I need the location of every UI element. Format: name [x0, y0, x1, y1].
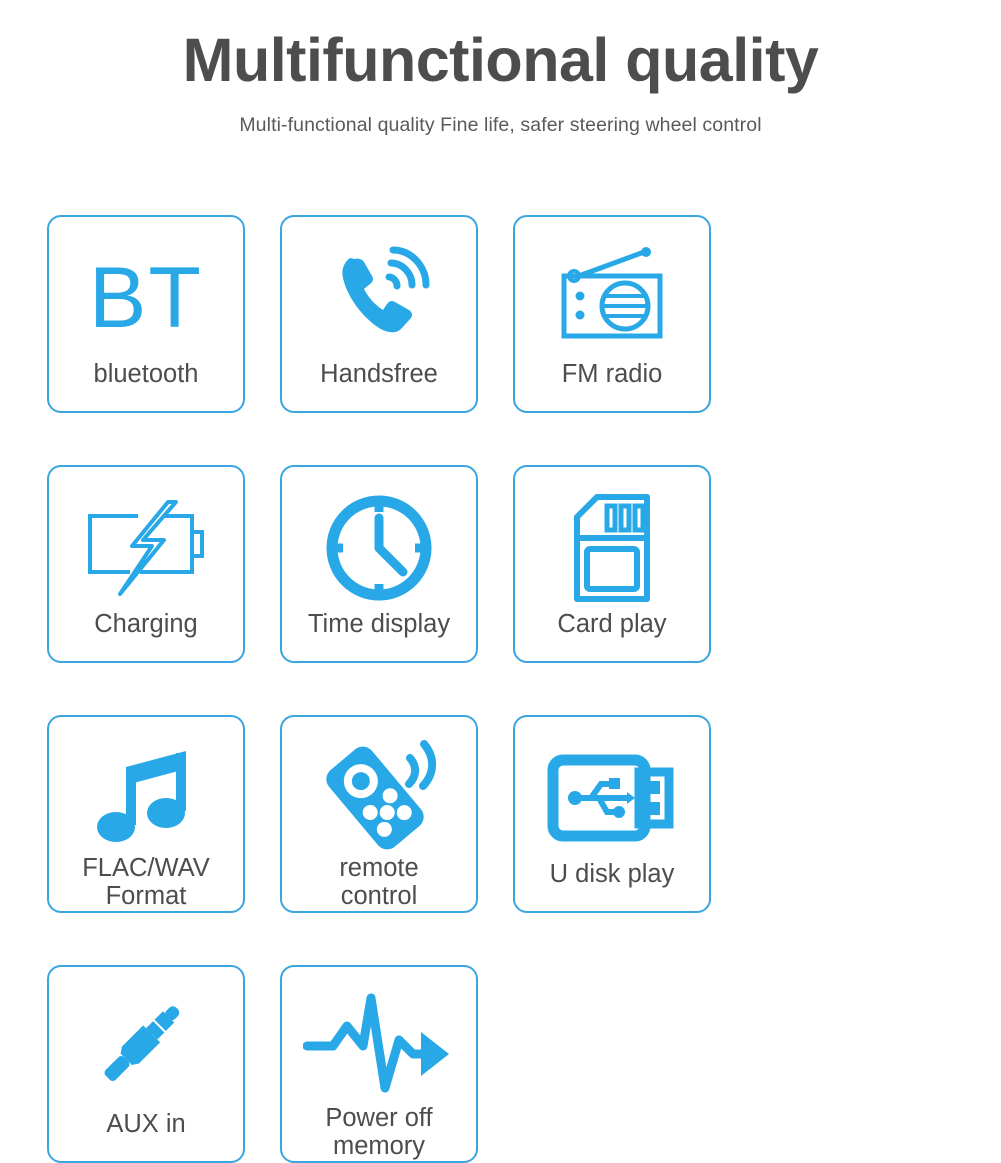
feature-grid-page: Multifunctional quality Multi-functional… — [0, 0, 1001, 1163]
clock-icon — [323, 485, 435, 610]
feature-label: Charging — [94, 610, 198, 638]
feature-card-card-play[interactable]: Card play — [513, 465, 711, 663]
feature-card-flac-wav-format[interactable]: FLAC/WAV Format — [47, 715, 245, 913]
feature-label: Card play — [557, 610, 667, 638]
feature-card-power-off-memory[interactable]: Power off memory — [280, 965, 478, 1163]
feature-card-fm-radio[interactable]: FM radio — [513, 215, 711, 413]
remote-control-icon — [317, 735, 441, 854]
pulse-arrow-icon — [303, 985, 455, 1104]
feature-label: U disk play — [549, 860, 675, 888]
phone-handset-icon — [323, 235, 435, 360]
feature-label: bluetooth — [93, 360, 199, 388]
radio-icon — [552, 235, 672, 360]
feature-card-handsfree[interactable]: Handsfree — [280, 215, 478, 413]
page-title: Multifunctional quality — [182, 26, 819, 94]
page-header: Multifunctional quality Multi-functional… — [0, 0, 1001, 137]
sd-card-icon — [565, 485, 659, 610]
feature-card-grid: BT bluetooth Handsfree FM radio Charging… — [47, 215, 943, 1163]
feature-label: AUX in — [106, 1110, 186, 1138]
battery-bolt-icon — [80, 485, 212, 610]
feature-card-aux-in[interactable]: AUX in — [47, 965, 245, 1163]
feature-label: FM radio — [561, 360, 663, 388]
feature-label: Power off memory — [325, 1103, 433, 1161]
bt-text-icon: BT — [89, 235, 203, 360]
feature-label: Time display — [307, 610, 451, 638]
feature-card-bluetooth[interactable]: BT bluetooth — [47, 215, 245, 413]
feature-label: FLAC/WAV Format — [82, 853, 210, 911]
feature-card-u-disk-play[interactable]: U disk play — [513, 715, 711, 913]
music-note-icon — [96, 735, 196, 854]
usb-drive-icon — [547, 735, 677, 860]
feature-card-time-display[interactable]: Time display — [280, 465, 478, 663]
bt-icon-label: BT — [89, 249, 203, 346]
feature-label: remote control — [339, 853, 419, 911]
feature-label: Handsfree — [320, 360, 438, 388]
page-subtitle: Multi-functional quality Fine life, safe… — [239, 114, 762, 137]
feature-card-remote-control[interactable]: remote control — [280, 715, 478, 913]
feature-card-charging[interactable]: Charging — [47, 465, 245, 663]
audio-jack-icon — [90, 985, 202, 1110]
